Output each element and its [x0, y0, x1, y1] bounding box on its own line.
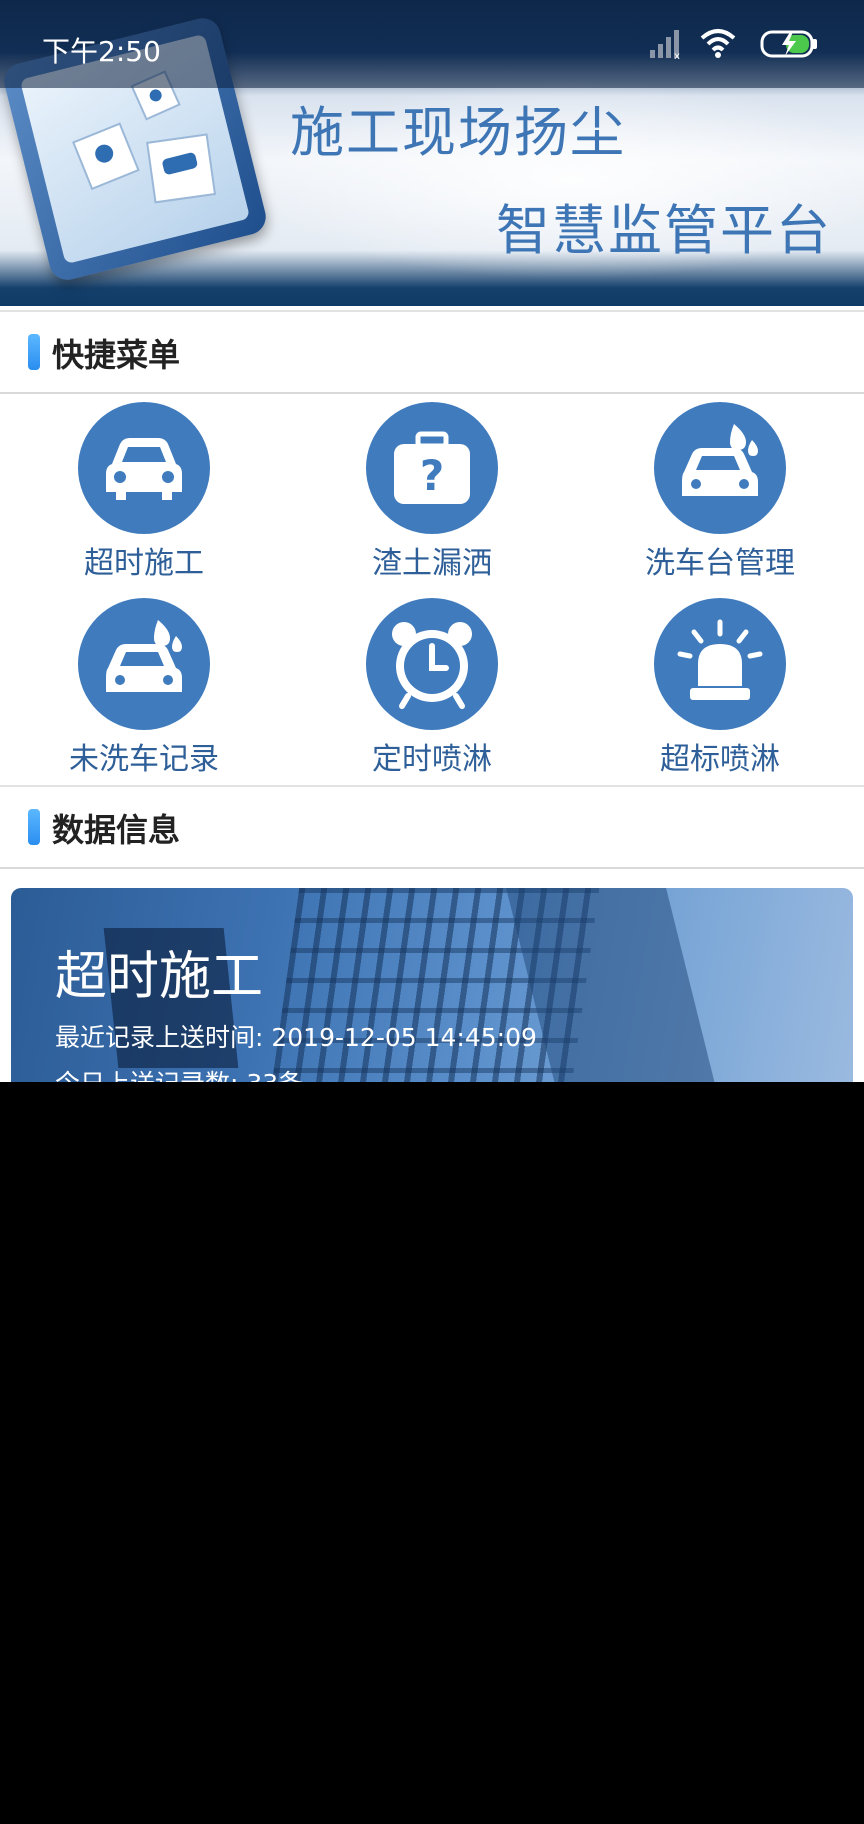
- section-accent-bar: [28, 334, 40, 370]
- signal-icon: x: [650, 30, 680, 60]
- menu-item-car-wash-management[interactable]: 洗车台管理: [576, 402, 864, 592]
- data-card-overtime[interactable]: 超时施工 最近记录上送时间: 2019-12-05 14:45:09 今日上送记…: [11, 888, 853, 1082]
- banner-title-line1: 施工现场扬尘: [290, 101, 626, 164]
- menu-item-label: 未洗车记录: [69, 742, 219, 777]
- svg-text:x: x: [674, 51, 680, 60]
- status-bar: 下午2:50 x: [0, 0, 864, 88]
- menu-item-overlimit-spray[interactable]: 超标喷淋: [576, 598, 864, 788]
- status-icons: x: [648, 26, 828, 66]
- alarm-clock-icon: [366, 598, 498, 730]
- menu-item-muck-spill[interactable]: ? 渣土漏洒: [288, 402, 576, 592]
- menu-item-label: 超标喷淋: [660, 742, 780, 777]
- card-today-count: 今日上送记录数: 33条: [55, 1064, 303, 1082]
- status-time: 下午2:50: [42, 35, 161, 68]
- menu-item-label: 定时喷淋: [372, 742, 492, 777]
- card-title: 超时施工: [55, 947, 264, 1007]
- header-banner: 施工现场扬尘 智慧监管平台 下午2:50 x: [0, 0, 864, 306]
- menu-item-label: 洗车台管理: [645, 546, 795, 581]
- siren-icon: [654, 598, 786, 730]
- menu-item-scheduled-spray[interactable]: 定时喷淋: [288, 598, 576, 788]
- quick-menu-header: 快捷菜单: [0, 310, 864, 394]
- card-last-upload: 最近记录上送时间: 2019-12-05 14:45:09: [55, 1023, 537, 1052]
- wifi-icon: [700, 29, 736, 58]
- data-info-title: 数据信息: [52, 811, 181, 849]
- app-content: 施工现场扬尘 智慧监管平台 下午2:50 x 快捷菜单 超时施工 ? 渣土漏洒 …: [0, 0, 864, 1082]
- menu-item-label: 渣土漏洒: [372, 546, 492, 581]
- quick-menu-title: 快捷菜单: [52, 336, 181, 374]
- question-box-icon: ?: [366, 402, 498, 534]
- car-wash-icon: [654, 402, 786, 534]
- section-accent-bar: [28, 809, 40, 845]
- screen: 施工现场扬尘 智慧监管平台 下午2:50 x 快捷菜单 超时施工 ? 渣土漏洒 …: [0, 0, 864, 1824]
- menu-item-overtime-construction[interactable]: 超时施工: [0, 402, 288, 592]
- svg-text:?: ?: [420, 451, 444, 500]
- menu-item-unwashed-records[interactable]: 未洗车记录: [0, 598, 288, 788]
- data-info-header: 数据信息: [0, 785, 864, 869]
- car-icon: [78, 402, 210, 534]
- car-wash-icon: [78, 598, 210, 730]
- menu-item-label: 超时施工: [84, 546, 204, 581]
- banner-title-line2: 智慧监管平台: [496, 199, 832, 262]
- battery-charging-icon: [760, 30, 817, 58]
